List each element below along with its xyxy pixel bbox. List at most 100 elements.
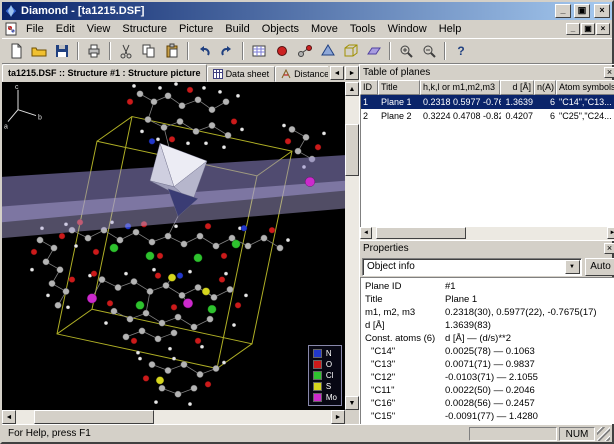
planes-scroll-left-button[interactable]: ◄	[360, 227, 372, 239]
column-header-atom-symbols[interactable]: Atom symbols	[556, 80, 614, 95]
vertical-scroll-track[interactable]	[345, 96, 359, 396]
copy-button[interactable]	[138, 40, 160, 62]
menu-objects[interactable]: Objects	[256, 22, 305, 36]
paste-button[interactable]	[161, 40, 183, 62]
toolbar-separator	[187, 42, 189, 60]
close-properties-panel-button[interactable]: ×	[604, 243, 614, 254]
combo-dropdown-button[interactable]: ▼	[565, 260, 580, 274]
help-icon: ?	[457, 44, 464, 58]
property-row: "C15"-0.0091(77) — 1.4280	[361, 410, 614, 423]
tab-scroll-left-button[interactable]: ◄	[330, 66, 344, 80]
redo-button[interactable]	[216, 40, 238, 62]
auto-button[interactable]: Auto	[585, 258, 614, 276]
element-color-swatch	[313, 393, 322, 402]
tab-data-sheet[interactable]: Data sheet	[207, 66, 276, 82]
document-icon[interactable]	[4, 22, 18, 36]
undo-arrow-icon	[196, 43, 212, 59]
table-row-plane-1[interactable]: 1 Plane 1 0.2318 0.5977 -0.7675 1.3639 6…	[361, 95, 614, 109]
polyhedron-button[interactable]	[317, 40, 339, 62]
resize-grip[interactable]	[597, 427, 610, 441]
plane-button[interactable]	[363, 40, 385, 62]
object-info-select[interactable]: Object info ▼	[362, 258, 582, 276]
save-file-button[interactable]	[51, 40, 73, 62]
toolbar-separator	[389, 42, 391, 60]
tab-scroll-right-button[interactable]: ►	[345, 66, 359, 80]
num-lock-indicator: NUM	[559, 427, 595, 441]
scroll-down-button[interactable]: ▼	[345, 396, 359, 410]
scroll-up-button[interactable]: ▲	[345, 82, 359, 96]
mdi-close-button[interactable]: ×	[596, 23, 610, 35]
legend-item: Cl	[313, 371, 337, 380]
menu-picture[interactable]: Picture	[173, 22, 219, 36]
menu-structure[interactable]: Structure	[116, 22, 173, 36]
close-planes-panel-button[interactable]: ×	[604, 67, 614, 78]
menu-build[interactable]: Build	[219, 22, 255, 36]
planes-horizontal-scrollbar[interactable]: ◄ ►	[360, 227, 614, 240]
planes-panel-header: Table of planes ×	[360, 64, 614, 80]
table-of-planes-panel: Table of planes × ID Title h,k,l or m1,m…	[360, 64, 614, 240]
structure-viewport[interactable]: cba N O Cl S Mo	[2, 82, 345, 410]
vertical-scroll-thumb[interactable]	[345, 124, 359, 176]
help-button[interactable]: ?	[450, 40, 472, 62]
tab-label: ta1215.DSF :: Structure #1 : Structure p…	[8, 68, 201, 78]
app-icon[interactable]	[4, 4, 18, 18]
data-table-button[interactable]	[248, 40, 270, 62]
atom-button[interactable]	[271, 40, 293, 62]
table-row-plane-2[interactable]: 2 Plane 2 0.3224 0.4708 -0.8212 0.4207 6…	[361, 109, 614, 123]
cut-button[interactable]	[115, 40, 137, 62]
horizontal-scrollbar[interactable]: ◄ ►	[2, 410, 345, 424]
toolbar-separator	[444, 42, 446, 60]
menu-window[interactable]: Window	[382, 22, 433, 36]
menu-help[interactable]: Help	[433, 22, 468, 36]
unit-cell-button[interactable]	[340, 40, 362, 62]
menu-move[interactable]: Move	[305, 22, 344, 36]
planes-scroll-track[interactable]	[372, 227, 607, 240]
clipboard-icon	[164, 43, 180, 59]
right-pane: Table of planes × ID Title h,k,l or m1,m…	[359, 64, 614, 424]
planes-table-body: 1 Plane 1 0.2318 0.5977 -0.7675 1.3639 6…	[360, 95, 614, 227]
mdi-minimize-button[interactable]: _	[566, 23, 580, 35]
polyhedron-icon	[320, 43, 336, 59]
zoom-out-icon	[421, 43, 437, 59]
toolbar: ?	[2, 38, 612, 64]
planes-scroll-thumb[interactable]	[376, 227, 466, 239]
open-file-button[interactable]	[28, 40, 50, 62]
column-header-title[interactable]: Title	[378, 80, 420, 95]
column-header-hkl[interactable]: h,k,l or m1,m2,m3	[420, 80, 500, 95]
mdi-restore-button[interactable]: ▣	[581, 23, 595, 35]
scroll-right-button[interactable]: ►	[331, 410, 345, 424]
element-color-swatch	[313, 382, 322, 391]
toolbar-separator	[109, 42, 111, 60]
print-button[interactable]	[83, 40, 105, 62]
column-header-d[interactable]: d [Å]	[500, 80, 534, 95]
undo-button[interactable]	[193, 40, 215, 62]
atom-icon	[274, 43, 290, 59]
titlebar[interactable]: Diamond - [ta1215.DSF] _ ▣ ×	[2, 2, 612, 20]
maximize-button[interactable]: ▣	[574, 4, 590, 18]
menu-edit[interactable]: Edit	[50, 22, 81, 36]
minimize-button[interactable]: _	[555, 4, 571, 18]
window-title: Diamond - [ta1215.DSF]	[21, 5, 552, 17]
element-symbol: O	[326, 360, 332, 369]
scroll-left-button[interactable]: ◄	[2, 410, 16, 424]
close-button[interactable]: ×	[594, 4, 610, 18]
bond-button[interactable]	[294, 40, 316, 62]
vertical-scrollbar[interactable]: ▲ ▼	[345, 82, 359, 410]
hydrogen-atoms	[30, 82, 326, 406]
tab-structure-picture[interactable]: ta1215.DSF :: Structure #1 : Structure p…	[2, 64, 207, 82]
horizontal-scroll-thumb[interactable]	[34, 410, 154, 424]
planes-scroll-right-button[interactable]: ►	[607, 227, 614, 239]
menu-view[interactable]: View	[81, 22, 117, 36]
column-header-n[interactable]: n(A)	[534, 80, 556, 95]
column-header-id[interactable]: ID	[360, 80, 378, 95]
menu-tools[interactable]: Tools	[344, 22, 382, 36]
zoom-in-button[interactable]	[395, 40, 417, 62]
horizontal-scroll-track[interactable]	[16, 410, 331, 424]
menu-file[interactable]: File	[20, 22, 50, 36]
zoom-out-button[interactable]	[418, 40, 440, 62]
element-symbol: Cl	[326, 371, 334, 380]
element-legend[interactable]: N O Cl S Mo	[308, 345, 342, 406]
new-document-button[interactable]	[5, 40, 27, 62]
tab-label: Data sheet	[226, 69, 270, 79]
property-row: d [Å]1.3639(83)	[361, 319, 614, 332]
